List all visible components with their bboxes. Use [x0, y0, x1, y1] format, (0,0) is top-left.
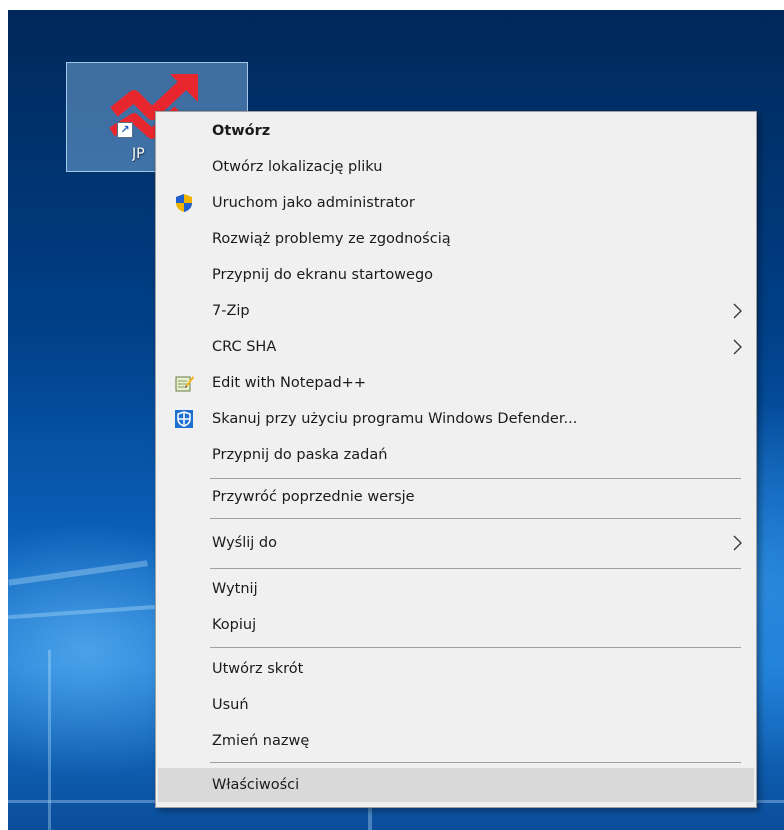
menu-item-label: Rozwiąż problemy ze zgodnością [212, 231, 451, 247]
menu-item-label: Otwórz [212, 123, 271, 139]
menu-item-copy[interactable]: Kopiuj [158, 608, 754, 642]
menu-item-label: Przywróć poprzednie wersje [212, 489, 415, 505]
menu-item-7zip[interactable]: 7-Zip [158, 294, 754, 328]
menu-item-label: CRC SHA [212, 339, 277, 355]
menu-item-pin-to-start[interactable]: Przypnij do ekranu startowego [158, 258, 754, 292]
menu-item-rename[interactable]: Zmień nazwę [158, 724, 754, 758]
menu-item-otworz[interactable]: Otwórz [158, 114, 754, 148]
light-beam [8, 560, 148, 586]
uac-shield-icon [176, 194, 192, 212]
menu-separator [210, 647, 741, 648]
menu-item-edit-notepad[interactable]: Edit with Notepad++ [158, 366, 754, 400]
menu-item-open-file-location[interactable]: Otwórz lokalizację pliku [158, 150, 754, 184]
menu-item-label: Wyślij do [212, 535, 277, 551]
menu-item-troubleshoot-compat[interactable]: Rozwiąż problemy ze zgodnością [158, 222, 754, 256]
light-beam [48, 650, 51, 830]
context-menu: Otwórz Otwórz lokalizację pliku Uruchom … [155, 111, 757, 808]
menu-item-defender-scan[interactable]: Skanuj przy użyciu programu Windows Defe… [158, 402, 754, 436]
menu-item-restore-versions[interactable]: Przywróć poprzednie wersje [158, 480, 754, 514]
menu-item-label: Uruchom jako administrator [212, 195, 415, 211]
menu-item-pin-to-taskbar[interactable]: Przypnij do paska zadań [158, 438, 754, 472]
shortcut-arrow-icon: ↗ [117, 122, 133, 138]
windows-defender-icon [175, 410, 193, 428]
menu-item-label: Otwórz lokalizację pliku [212, 159, 383, 175]
menu-item-properties[interactable]: Właściwości [158, 768, 754, 802]
menu-item-label: 7-Zip [212, 303, 250, 319]
menu-item-run-as-admin[interactable]: Uruchom jako administrator [158, 186, 754, 220]
menu-item-cut[interactable]: Wytnij [158, 572, 754, 606]
chevron-right-icon [733, 303, 742, 319]
menu-item-delete[interactable]: Usuń [158, 688, 754, 722]
menu-item-label: Edit with Notepad++ [212, 375, 366, 391]
menu-item-label: Przypnij do ekranu startowego [212, 267, 434, 283]
menu-item-label: Wytnij [212, 581, 258, 597]
menu-item-label: Utwórz skrót [212, 661, 304, 677]
menu-item-crc-sha[interactable]: CRC SHA [158, 330, 754, 364]
menu-separator [210, 762, 741, 763]
menu-item-label: Przypnij do paska zadań [212, 447, 388, 463]
notepad-plus-plus-icon [175, 376, 194, 392]
menu-separator [210, 478, 741, 479]
menu-separator [210, 518, 741, 519]
menu-item-label: Skanuj przy użyciu programu Windows Defe… [212, 411, 578, 427]
menu-item-label: Zmień nazwę [212, 733, 310, 749]
menu-item-create-shortcut[interactable]: Utwórz skrót [158, 652, 754, 686]
menu-item-label: Usuń [212, 697, 249, 713]
menu-item-send-to[interactable]: Wyślij do [158, 526, 754, 560]
menu-item-label: Właściwości [212, 777, 300, 793]
menu-separator [210, 568, 741, 569]
chevron-right-icon [733, 535, 742, 551]
menu-item-label: Kopiuj [212, 617, 257, 633]
chevron-right-icon [733, 339, 742, 355]
light-beam [8, 604, 158, 620]
